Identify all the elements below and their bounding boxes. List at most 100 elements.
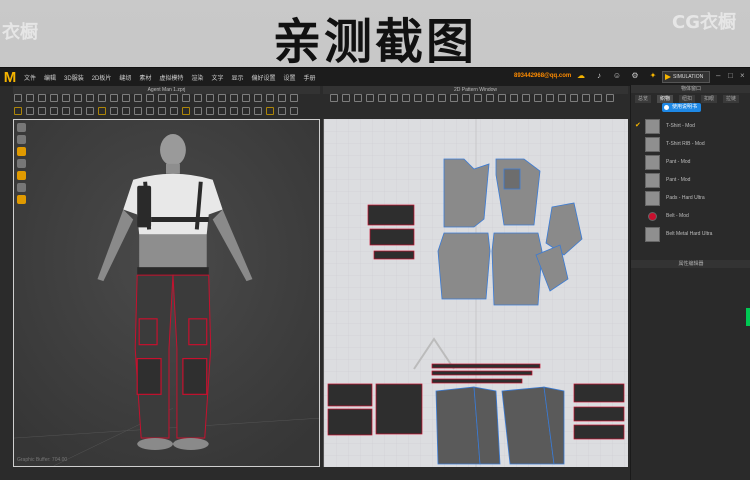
menu-item[interactable]: 显示 (227, 73, 247, 82)
tool-icon[interactable] (230, 94, 238, 102)
object-tab[interactable]: 拉链 (723, 95, 740, 103)
menu-bar: M 文件 编辑 3D服装 2D板片 缝纫 素材 虚拟模特 渲染 文字 显示 偏好设置 设置 手册 893… (0, 68, 750, 86)
menu-item[interactable]: 文件 (20, 73, 40, 82)
menu-item[interactable]: 编辑 (40, 73, 60, 82)
tool-icon[interactable] (182, 107, 190, 115)
tool-icon[interactable] (146, 107, 154, 115)
3d-viewport[interactable]: Graphic Buffer: 704.00 (13, 119, 320, 467)
menu-item[interactable]: 设置 (279, 73, 299, 82)
gear-icon[interactable]: ⚙ (630, 71, 640, 81)
menu-item[interactable]: 2D板片 (88, 73, 116, 82)
measure-icon[interactable] (17, 183, 26, 192)
texture-icon[interactable] (17, 159, 26, 168)
tool-icon[interactable] (62, 107, 70, 115)
tool-icon[interactable] (278, 107, 286, 115)
tool-icon[interactable] (170, 107, 178, 115)
tool-icon[interactable] (62, 94, 70, 102)
fabric-item[interactable]: Pads - Hard Ultra (645, 189, 750, 207)
fabric-item[interactable]: T-Shirt - Mod (645, 117, 750, 135)
tool-icon[interactable] (266, 94, 274, 102)
tool-icon[interactable] (74, 94, 82, 102)
menu-item[interactable]: 偏好设置 (247, 73, 279, 82)
fabric-name: Pant - Mod (666, 159, 691, 165)
skin-icon[interactable] (17, 195, 26, 204)
object-tab[interactable]: 纽扣 (679, 95, 696, 103)
tool-icon[interactable] (158, 107, 166, 115)
tool-icon[interactable] (254, 94, 262, 102)
tool-icon[interactable] (122, 107, 130, 115)
tool-icon[interactable] (14, 94, 22, 102)
tool-icon[interactable] (182, 94, 190, 102)
tool-icon[interactable] (278, 94, 286, 102)
menu-item[interactable]: 素材 (135, 73, 155, 82)
fabric-item[interactable]: T-Shirt RIB - Mod (645, 135, 750, 153)
tool-icon[interactable] (170, 94, 178, 102)
tool-icon[interactable] (74, 107, 82, 115)
tool-icon[interactable] (134, 94, 142, 102)
tool-icon[interactable] (290, 94, 298, 102)
person-icon[interactable]: ☺ (612, 71, 622, 81)
tool-icon[interactable] (146, 94, 154, 102)
fabric-item[interactable]: Pant - Mod (645, 171, 750, 189)
fabric-name: T-Shirt RIB - Mod (666, 141, 705, 147)
tool-icon[interactable] (98, 107, 106, 115)
speaker-icon[interactable]: ♪ (594, 71, 604, 81)
avatar-icon[interactable] (17, 135, 26, 144)
tool-icon[interactable] (122, 94, 130, 102)
tool-icon[interactable] (86, 94, 94, 102)
tool-icon[interactable] (14, 107, 22, 115)
tool-icon[interactable] (290, 107, 298, 115)
tool-icon[interactable] (134, 107, 142, 115)
tool-icon[interactable] (26, 94, 34, 102)
menu-item[interactable]: 缝纫 (115, 73, 135, 82)
object-tab[interactable]: 总览 (635, 95, 652, 103)
tool-icon[interactable] (50, 107, 58, 115)
tool-icon[interactable] (50, 94, 58, 102)
tool-icon[interactable] (266, 107, 274, 115)
pin-icon[interactable] (17, 171, 26, 180)
banner-title: 亲测截图 (272, 14, 477, 70)
tool-icon[interactable] (254, 107, 262, 115)
cloud-icon[interactable]: ☁ (576, 71, 586, 81)
menu-item[interactable]: 文字 (207, 73, 227, 82)
fabric-name: Pads - Hard Ultra (666, 195, 705, 201)
tool-icon[interactable] (230, 107, 238, 115)
tool-icon[interactable] (158, 94, 166, 102)
tool-icon[interactable] (98, 94, 106, 102)
tool-icon[interactable] (218, 107, 226, 115)
fabric-item[interactable]: Belt - Mod (645, 207, 750, 225)
fabric-item[interactable]: Pant - Mod (645, 153, 750, 171)
tool-icon[interactable] (206, 94, 214, 102)
tool-icon[interactable] (218, 94, 226, 102)
close-icon[interactable]: × (740, 71, 745, 80)
app-logo[interactable]: M (0, 68, 20, 86)
camera-icon[interactable] (17, 123, 26, 132)
fabric-item[interactable]: Belt Metal Hard Ultra (645, 225, 750, 243)
tool-icon[interactable] (38, 107, 46, 115)
manual-badge[interactable]: 使用说明书 (662, 103, 702, 112)
avatar-window-title: Agent Man 1.zprj (13, 86, 320, 94)
tool-icon[interactable] (194, 107, 202, 115)
object-tab[interactable]: 扣眼 (701, 95, 718, 103)
hanger-icon[interactable]: ✦ (648, 71, 658, 81)
2d-pattern-viewport[interactable] (323, 119, 628, 467)
tool-icon[interactable] (194, 94, 202, 102)
tool-icon[interactable] (26, 107, 34, 115)
tool-icon[interactable] (206, 107, 214, 115)
fabric-swatch (645, 172, 660, 188)
sun-icon[interactable] (17, 147, 26, 156)
tool-icon[interactable] (242, 107, 250, 115)
menu-item[interactable]: 3D服装 (60, 73, 88, 82)
menu-item[interactable]: 虚拟模特 (155, 73, 187, 82)
tool-icon[interactable] (38, 94, 46, 102)
tool-icon[interactable] (110, 94, 118, 102)
tool-icon[interactable] (110, 107, 118, 115)
minimize-icon[interactable]: – (716, 71, 720, 80)
object-tab[interactable]: 织物 (657, 95, 674, 103)
simulation-button[interactable]: SIMULATION (662, 71, 710, 83)
menu-item[interactable]: 渲染 (187, 73, 207, 82)
menu-item[interactable]: 手册 (300, 73, 320, 82)
tool-icon[interactable] (86, 107, 94, 115)
maximize-icon[interactable]: □ (728, 71, 733, 80)
tool-icon[interactable] (242, 94, 250, 102)
